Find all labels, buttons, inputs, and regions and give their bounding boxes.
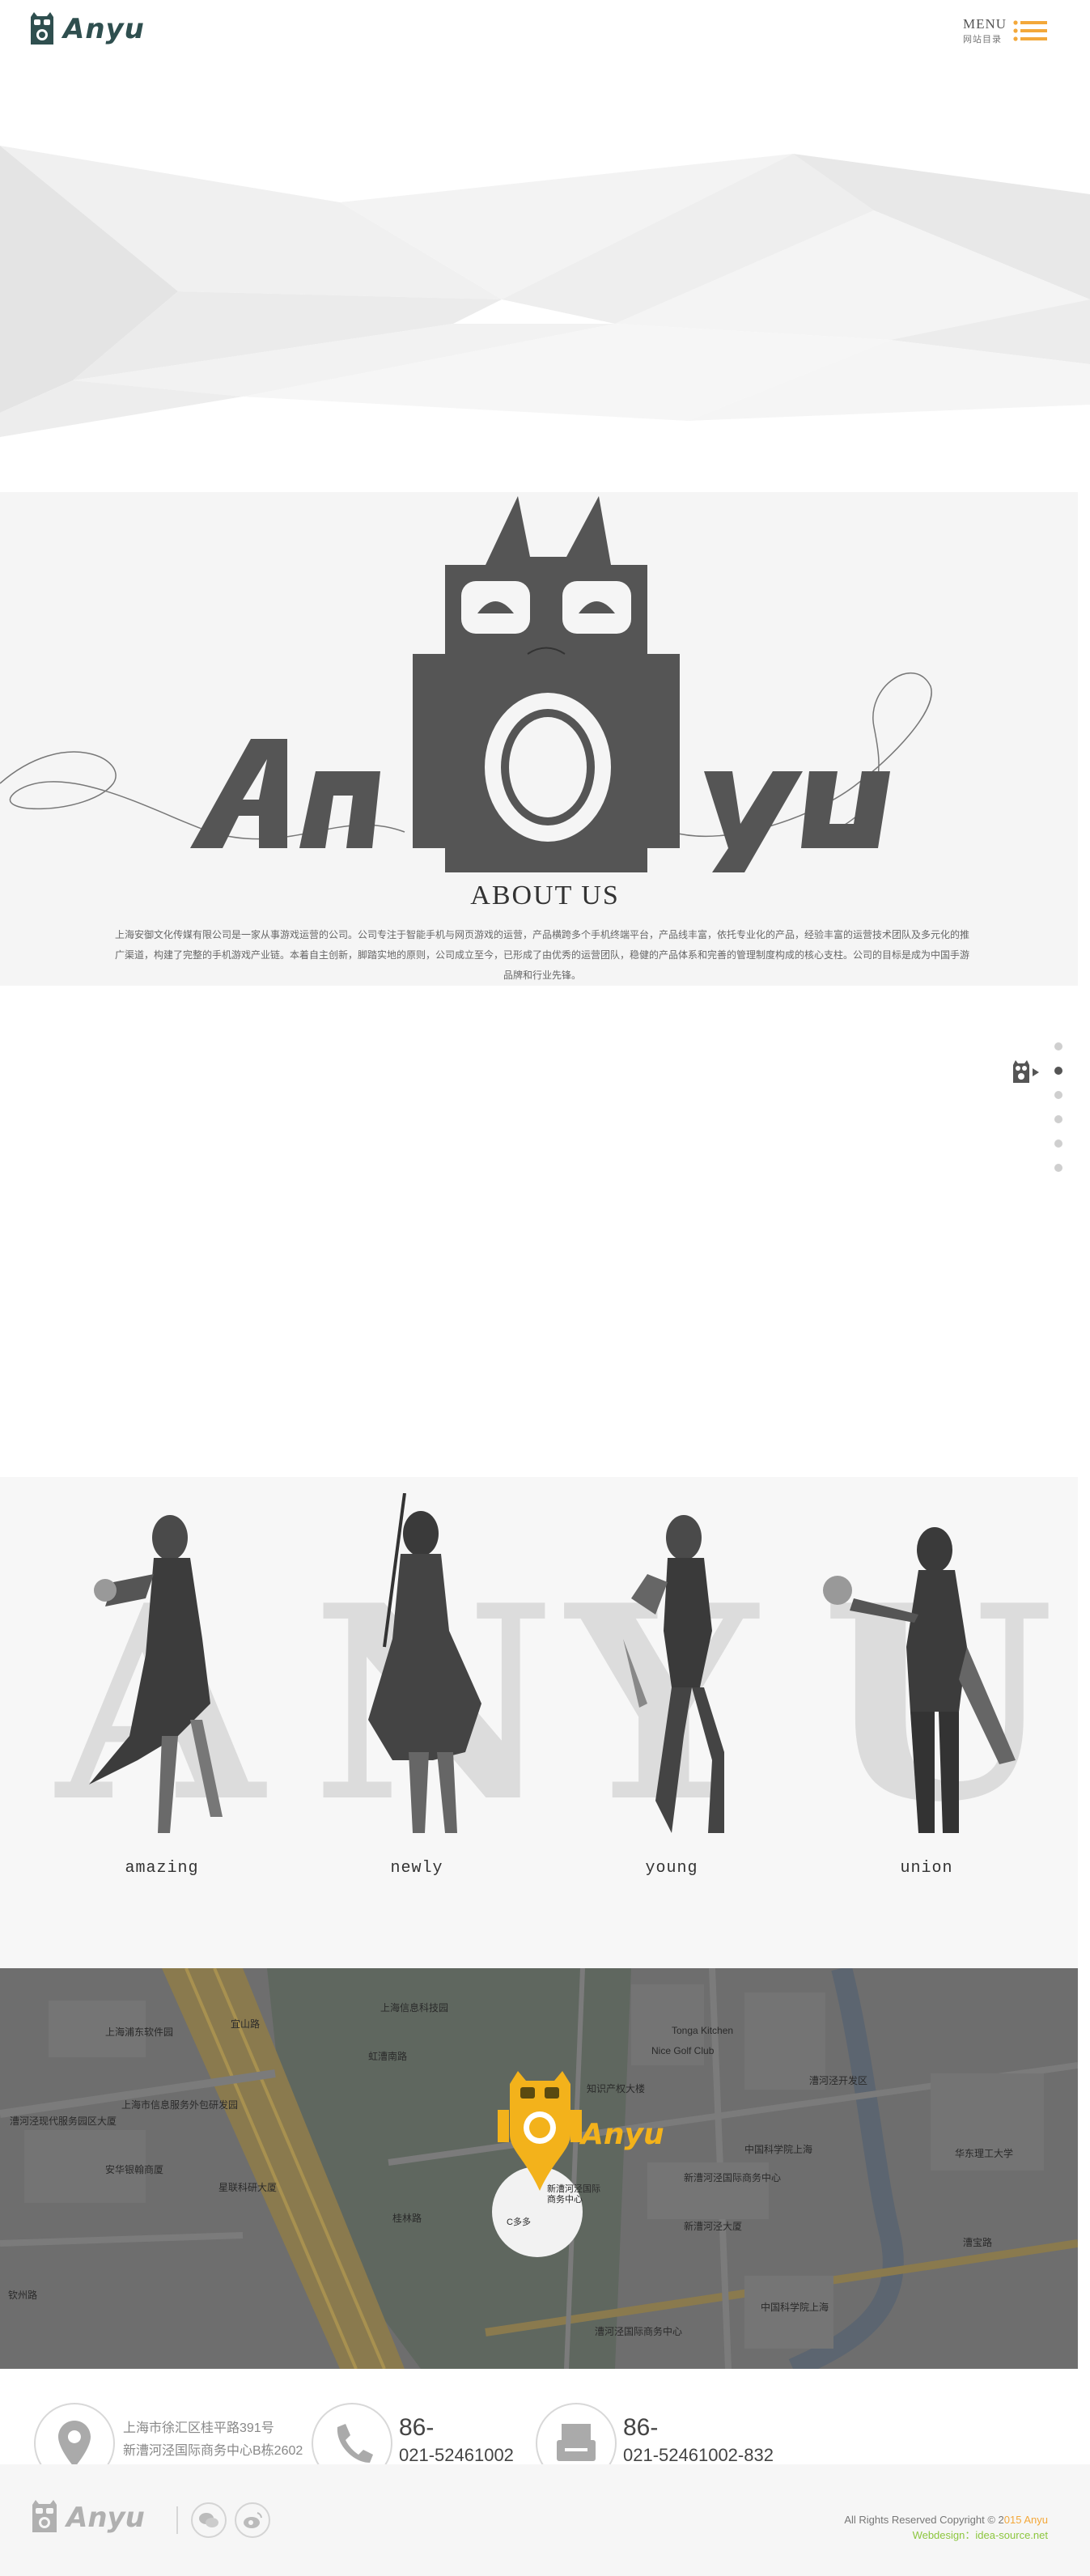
weibo-icon[interactable] bbox=[235, 2502, 270, 2538]
menu-label: MENU bbox=[963, 16, 1007, 32]
hamburger-icon bbox=[1013, 20, 1047, 41]
webdesign-label: Webdesign： bbox=[912, 2529, 976, 2541]
scroll-nav-dot[interactable] bbox=[1054, 1139, 1062, 1148]
owl-indicator-icon bbox=[1013, 1060, 1039, 1083]
site-footer: Anyu All Rights Reserved Copyright © 201… bbox=[0, 2464, 1090, 2576]
map-label: 中国科学院上海 bbox=[761, 2302, 829, 2313]
contact-section: 上海市徐汇区桂平路391号 新漕河泾国际商务中心B栋2602 86- 021-5… bbox=[0, 2369, 1090, 2464]
map-label: C多多 bbox=[507, 2217, 531, 2227]
hero-banner bbox=[0, 57, 1090, 494]
character-figure-union bbox=[823, 1527, 1016, 1833]
map-label: 虹漕南路 bbox=[368, 2051, 408, 2062]
menu-sublabel: 网站目录 bbox=[963, 35, 1002, 45]
location-map[interactable]: 上海浦东软件园 漕河泾现代服务园区大厦 上海市信息服务外包研发园 安华银翰商厦 … bbox=[0, 1968, 1078, 2369]
location-marker-icon[interactable] bbox=[498, 2069, 587, 2199]
map-label: 上海市信息服务外包研发园 bbox=[121, 2099, 239, 2111]
site-logo[interactable]: Anyu bbox=[28, 10, 157, 50]
section-scroll-nav bbox=[1003, 1038, 1062, 1184]
map-label: 中国科学院上海 bbox=[744, 2144, 813, 2155]
about-description: 上海安御文化传媒有限公司是一家从事游戏运营的公司。公司专注于智能手机与网页游戏的… bbox=[114, 929, 969, 981]
character-label[interactable]: newly bbox=[295, 1859, 538, 1878]
character-card-young[interactable]: Y young bbox=[550, 1493, 793, 1878]
phone-number[interactable]: 021-52461002 bbox=[399, 2445, 514, 2464]
map-label: 桂林路 bbox=[392, 2213, 422, 2224]
map-label: Tonga Kitchen bbox=[672, 2025, 734, 2036]
menu-button[interactable]: MENU 网站目录 bbox=[961, 15, 1050, 47]
webdesign-line: Webdesign：idea-source.net bbox=[844, 2527, 1048, 2543]
map-label: 钦州路 bbox=[8, 2290, 38, 2301]
scroll-nav-dot-active[interactable] bbox=[1054, 1067, 1062, 1075]
map-label: 漕河泾国际商务中心 bbox=[595, 2326, 683, 2337]
characters-section: A amazing N newly Y bbox=[0, 1477, 1078, 1969]
character-label[interactable]: union bbox=[805, 1859, 1048, 1878]
fax-number: 021-52461002-832 bbox=[623, 2445, 774, 2464]
footer-logo-text: Anyu bbox=[66, 2502, 145, 2534]
map-label: 漕河泾现代服务园区大厦 bbox=[10, 2116, 117, 2127]
about-title: ABOUT US bbox=[470, 881, 620, 910]
location-icon bbox=[34, 2403, 115, 2464]
map-label: 华东理工大学 bbox=[955, 2148, 1014, 2159]
map-label: 新漕河泾大厦 bbox=[684, 2221, 743, 2232]
copyright-year-tail: 015 Anyu bbox=[1003, 2514, 1048, 2526]
owl-logo-icon bbox=[32, 2500, 57, 2532]
site-header: Anyu MENU 网站目录 bbox=[0, 0, 1090, 57]
map-label: 安华银翰商厦 bbox=[105, 2164, 164, 2175]
address-line-2: 新漕河泾国际商务中心B栋2602 bbox=[123, 2444, 303, 2458]
map-label: 上海信息科技园 bbox=[380, 2002, 449, 2014]
map-label: 宜山路 bbox=[231, 2018, 261, 2030]
footer-divider bbox=[176, 2506, 178, 2534]
phone-icon bbox=[312, 2403, 392, 2464]
map-label: 知识产权大楼 bbox=[587, 2083, 646, 2094]
phone-prefix: 86- bbox=[399, 2414, 435, 2441]
character-figure-young bbox=[623, 1515, 724, 1833]
map-label: 新漕河泾国际商务中心 bbox=[684, 2172, 782, 2183]
scroll-nav-dot[interactable] bbox=[1054, 1042, 1062, 1050]
map-label: 漕宝路 bbox=[963, 2237, 993, 2248]
map-label: 上海浦东软件园 bbox=[105, 2026, 174, 2038]
map-marker-brand: Anyu bbox=[581, 2118, 664, 2151]
character-label[interactable]: amazing bbox=[40, 1859, 283, 1878]
footer-logo[interactable]: Anyu bbox=[29, 2498, 175, 2539]
scroll-nav-dot[interactable] bbox=[1054, 1115, 1062, 1123]
logo-text: Anyu bbox=[63, 13, 145, 45]
character-card-union[interactable]: U union bbox=[805, 1493, 1054, 1878]
about-section: ABOUT US 上海安御文化传媒有限公司是一家从事游戏运营的公司。公司专注于智… bbox=[0, 492, 1078, 986]
copyright-block: All Rights Reserved Copyright © 2015 Any… bbox=[844, 2512, 1048, 2543]
address-line-1: 上海市徐汇区桂平路391号 bbox=[123, 2421, 274, 2435]
character-figure-amazing bbox=[89, 1515, 223, 1833]
hero-polygon-background bbox=[0, 146, 1090, 437]
map-label: 星联科研大厦 bbox=[218, 2182, 278, 2193]
webdesign-link[interactable]: idea-source.net bbox=[975, 2529, 1048, 2541]
fax-prefix: 86- bbox=[623, 2414, 659, 2441]
character-card-newly[interactable]: N newly bbox=[295, 1493, 556, 1878]
mascot-logo-illustration bbox=[0, 496, 932, 872]
copyright-prefix: All Rights Reserved Copyright © 2 bbox=[844, 2514, 1004, 2526]
wechat-icon[interactable] bbox=[191, 2502, 227, 2538]
scroll-nav-dot[interactable] bbox=[1054, 1091, 1062, 1099]
map-label: 漕河泾开发区 bbox=[809, 2075, 868, 2086]
character-card-amazing[interactable]: A amazing bbox=[40, 1493, 283, 1878]
map-label: Nice Golf Club bbox=[651, 2045, 715, 2056]
character-figure-newly bbox=[368, 1493, 481, 1833]
copyright-line: All Rights Reserved Copyright © 2015 Any… bbox=[844, 2512, 1048, 2527]
fax-icon bbox=[536, 2403, 617, 2464]
character-label[interactable]: young bbox=[550, 1859, 793, 1878]
scroll-nav-dot[interactable] bbox=[1054, 1164, 1062, 1172]
